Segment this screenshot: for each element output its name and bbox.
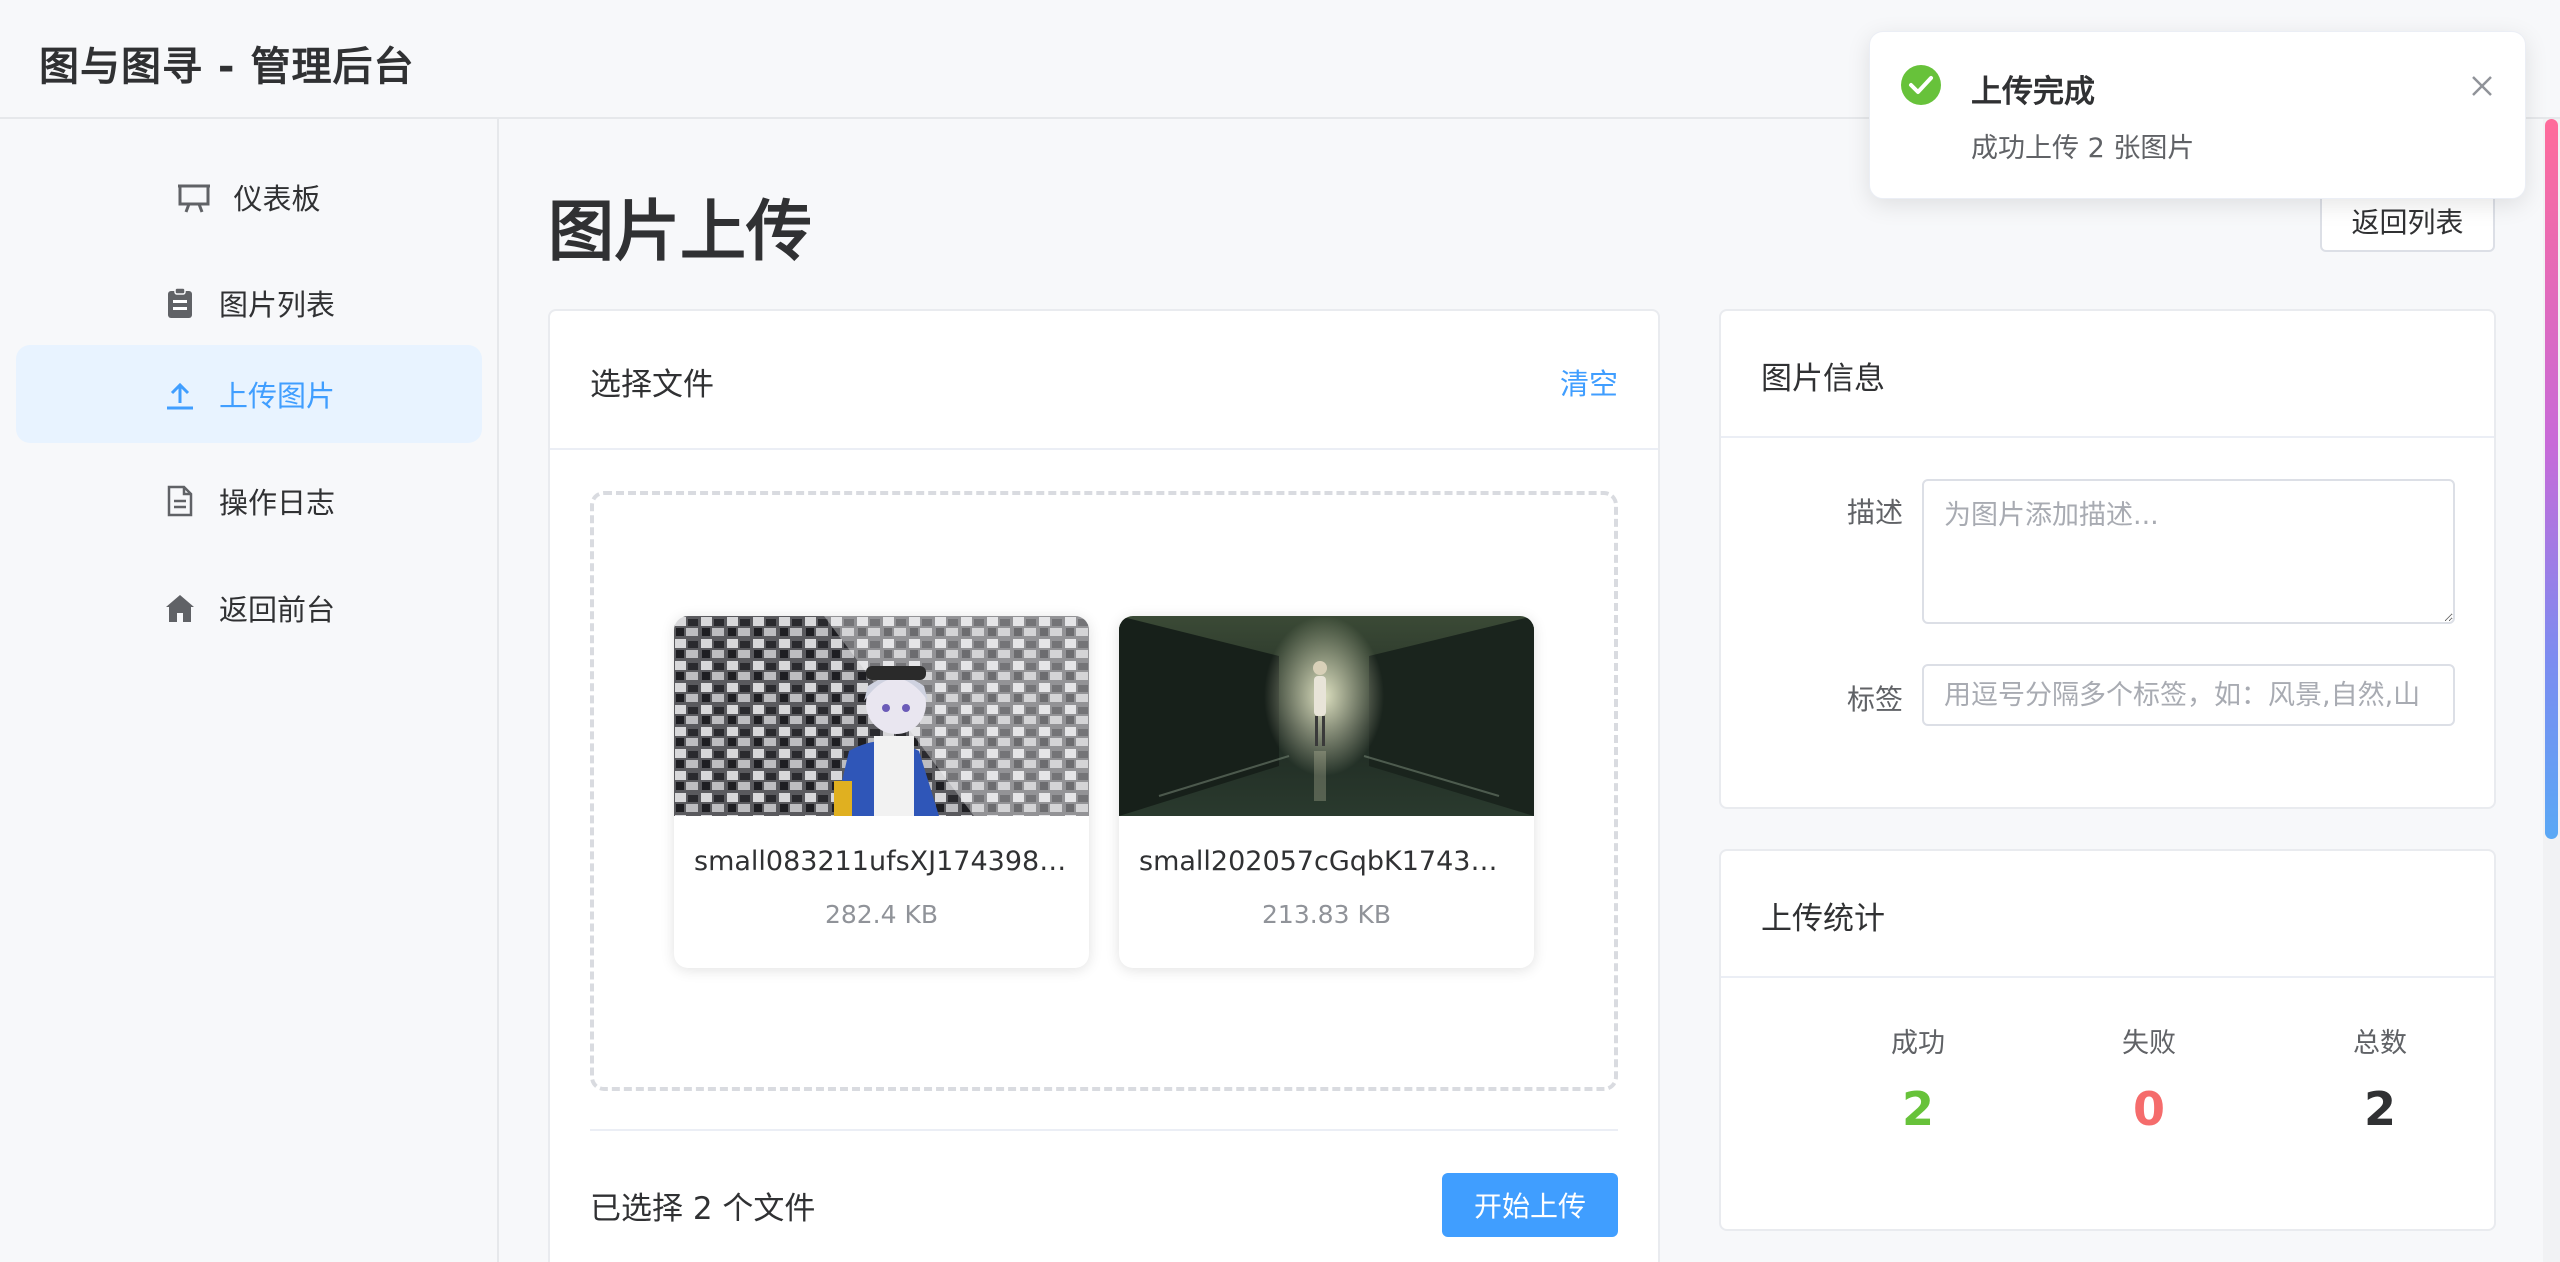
- stat-label: 成功: [1891, 1028, 1945, 1059]
- file-name: small083211ufsXJ17439859...: [694, 846, 1069, 877]
- sidebar-item-label: 图片列表: [218, 288, 335, 322]
- sidebar: 仪表板 图片列表 上传图片 操作日志 返回前台: [0, 119, 499, 1262]
- sidebar-item-dashboard[interactable]: 仪表板: [16, 148, 482, 246]
- stat-value: 0: [2132, 1082, 2165, 1136]
- stat-label: 总数: [2353, 1028, 2407, 1059]
- sidebar-item-label: 仪表板: [233, 182, 321, 216]
- description-field[interactable]: [1922, 479, 2455, 624]
- upload-icon: [163, 377, 197, 411]
- dashboard-icon: [177, 180, 211, 214]
- sidebar-item-label: 上传图片: [218, 379, 335, 413]
- sidebar-item-upload[interactable]: 上传图片: [16, 345, 482, 443]
- selected-files-count: 已选择 2 个文件: [590, 1191, 816, 1227]
- document-icon: [163, 484, 197, 518]
- close-icon[interactable]: [2467, 71, 2497, 101]
- image-info-card: 图片信息 描述 标签: [1719, 309, 2496, 809]
- upload-dropzone[interactable]: small083211ufsXJ17439859... 282.4 KB sma…: [590, 491, 1618, 1091]
- toast-message: 成功上传 2 张图片: [1971, 133, 2195, 164]
- back-to-list-button[interactable]: 返回列表: [2320, 190, 2495, 252]
- stat-value: 2: [1901, 1082, 1934, 1136]
- file-name: small202057cGqbK1743164...: [1139, 846, 1514, 877]
- file-select-card: 选择文件 清空 small083211ufsXJ17439859... 282.…: [548, 309, 1660, 1262]
- app-title: 图与图寻 - 管理后台: [39, 44, 415, 90]
- stat-failed: 失败 0: [2039, 1021, 2259, 1136]
- tags-field[interactable]: [1922, 664, 2455, 726]
- page-title: 图片上传: [548, 193, 812, 270]
- sidebar-item-frontend[interactable]: 返回前台: [16, 559, 482, 657]
- card-title: 选择文件: [590, 367, 714, 403]
- card-title: 上传统计: [1761, 901, 1885, 937]
- sidebar-item-image-list[interactable]: 图片列表: [16, 254, 482, 352]
- stat-success: 成功 2: [1808, 1021, 2028, 1136]
- card-header: 选择文件 清空: [550, 311, 1658, 450]
- file-card[interactable]: small083211ufsXJ17439859... 282.4 KB: [674, 616, 1089, 968]
- start-upload-button[interactable]: 开始上传: [1442, 1173, 1618, 1237]
- scrollbar-thumb[interactable]: [2545, 119, 2558, 839]
- upload-stats-card: 上传统计 成功 2 失败 0 总数 2: [1719, 849, 2496, 1231]
- sidebar-item-logs[interactable]: 操作日志: [16, 452, 482, 550]
- stat-value: 2: [2363, 1082, 2396, 1136]
- home-icon: [163, 591, 197, 625]
- description-label: 描述: [1846, 496, 1903, 529]
- success-check-icon: [1900, 64, 1942, 106]
- divider: [590, 1129, 1618, 1131]
- stat-label: 失败: [2122, 1028, 2176, 1059]
- sidebar-item-label: 返回前台: [218, 593, 335, 627]
- file-size: 213.83 KB: [1262, 900, 1391, 929]
- file-size: 282.4 KB: [824, 900, 939, 929]
- card-title: 图片信息: [1761, 361, 1885, 397]
- upload-complete-toast: 上传完成 成功上传 2 张图片: [1869, 31, 2526, 199]
- clipboard-icon: [163, 286, 197, 320]
- file-card[interactable]: small202057cGqbK1743164... 213.83 KB: [1119, 616, 1534, 968]
- file-thumbnail: [674, 616, 1089, 816]
- tags-label: 标签: [1846, 683, 1903, 716]
- toast-title: 上传完成: [1971, 74, 2095, 110]
- file-thumbnail: [1119, 616, 1534, 816]
- stat-total: 总数 2: [2270, 1021, 2490, 1136]
- card-header: 图片信息: [1721, 311, 2494, 438]
- card-header: 上传统计: [1721, 851, 2494, 978]
- clear-button[interactable]: 清空: [1560, 361, 1618, 403]
- sidebar-item-label: 操作日志: [218, 486, 335, 520]
- app-root: 图与图寻 - 管理后台 仪表板 图片列表 上传图片 操作日志 返回前台 图片上传…: [0, 0, 2560, 1262]
